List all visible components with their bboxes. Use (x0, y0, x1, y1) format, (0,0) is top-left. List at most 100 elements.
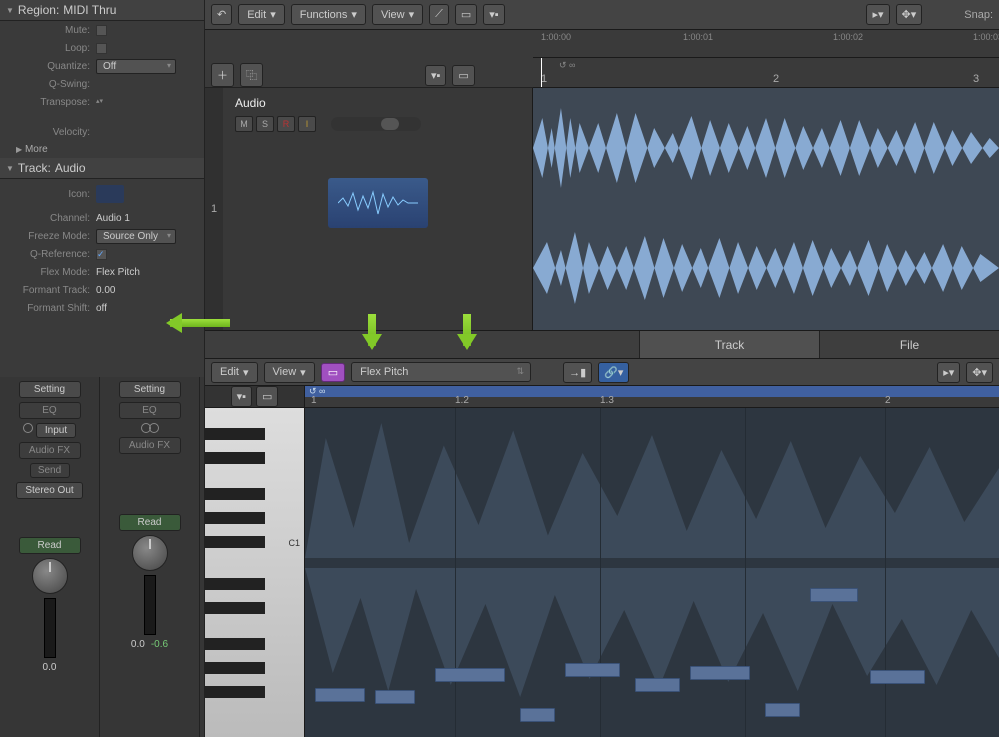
pitch-note[interactable] (870, 670, 925, 684)
eq-button[interactable]: EQ (119, 402, 181, 419)
track-name[interactable]: Audio (235, 96, 520, 110)
flex-pitch-grid[interactable] (305, 408, 999, 737)
strip-value-left: 0.0 (43, 662, 57, 673)
icon-label: Icon: (4, 189, 96, 200)
audiofx-button[interactable]: Audio FX (119, 437, 181, 454)
editor-body: C1 (205, 408, 999, 737)
channel-value: Audio 1 (96, 213, 130, 224)
playhead[interactable] (541, 58, 542, 87)
duplicate-track-button[interactable]: ⿻ (240, 63, 263, 87)
automation-icon[interactable]: ⟋ (429, 4, 449, 25)
track-header[interactable]: ▼ Track: Audio (0, 158, 204, 179)
disclosure-triangle-icon[interactable]: ▼ (6, 164, 14, 173)
flex-icon[interactable]: ▭ (455, 4, 477, 25)
setting-button[interactable]: Setting (19, 381, 81, 398)
track-view-icon[interactable]: ▭ (452, 65, 474, 86)
back-button[interactable]: ↶ (211, 4, 232, 25)
stereoout-button[interactable]: Stereo Out (16, 482, 82, 499)
editor-filter-icon[interactable]: ▾▪ (231, 386, 252, 407)
pitch-note[interactable] (690, 666, 750, 680)
editor-ruler-tick: 1 (311, 395, 317, 406)
qswing-label: Q-Swing: (4, 79, 96, 90)
view-menu[interactable]: View ▾ (372, 4, 423, 25)
disclosure-triangle-icon[interactable]: ▼ (6, 6, 14, 15)
quantize-select[interactable]: Off (96, 59, 176, 74)
track-region-area[interactable] (533, 88, 999, 330)
flexmode-value[interactable]: Flex Pitch (96, 267, 140, 278)
piano-keyboard[interactable]: C1 (205, 408, 305, 737)
region-header-label: Region: (18, 3, 59, 17)
edit-menu[interactable]: Edit ▾ (238, 4, 285, 25)
track-header[interactable]: 1 Audio M S R I (205, 88, 533, 330)
record-button[interactable]: R (277, 116, 295, 132)
transpose-stepper[interactable]: ▴▾ (96, 99, 103, 105)
tab-track[interactable]: Track (639, 331, 819, 358)
piano-key-label: C1 (288, 538, 300, 548)
region-header[interactable]: ▼ Region: MIDI Thru (0, 0, 204, 21)
more-disclosure[interactable]: ▶ More (0, 141, 204, 158)
input-monitor-button[interactable]: I (298, 116, 316, 132)
quantize-label: Quantize: (4, 61, 96, 72)
tool-pointer-icon[interactable]: ▸▾ (866, 4, 889, 25)
track-icon-thumbnail[interactable] (96, 185, 124, 203)
loop-marker-icon[interactable]: ↺ ∞ (559, 60, 575, 71)
flex-toggle-button[interactable]: ▭ (321, 363, 345, 382)
mute-checkbox[interactable] (96, 25, 107, 36)
read-button[interactable]: Read (19, 537, 81, 554)
volume-slider[interactable] (331, 117, 421, 131)
editor-region-icon[interactable]: ▭ (256, 386, 278, 407)
pitch-note[interactable] (810, 588, 858, 602)
pan-knob[interactable] (132, 535, 168, 571)
track-name-label: Audio (55, 161, 86, 175)
add-track-button[interactable]: ＋ (211, 63, 234, 87)
input-button[interactable]: Input (36, 423, 76, 438)
tab-file[interactable]: File (819, 331, 999, 358)
editor-tool-pointer-icon[interactable]: ▸▾ (937, 362, 960, 383)
tracks-toolbar: ↶ Edit ▾ Functions ▾ View ▾ ⟋ ▭ ▾▪ ▸▾ ✥▾… (205, 0, 999, 30)
freeze-label: Freeze Mode: (4, 231, 96, 242)
pitch-note[interactable] (375, 690, 415, 704)
ruler-tick: 1:00:01 (683, 32, 713, 42)
send-button[interactable]: Send (30, 463, 70, 478)
channel-strip-2: Setting EQ Audio FX Read 0.0-0.6 (100, 377, 200, 737)
timeline-ruler-top[interactable]: 1:00:00 1:00:01 1:00:02 1:00:03 (533, 30, 999, 58)
pitch-note[interactable] (435, 668, 505, 682)
track-header-label: Track: (18, 161, 51, 175)
solo-button[interactable]: S (256, 116, 274, 132)
track-filter-icon[interactable]: ▾▪ (425, 65, 446, 86)
loop-checkbox[interactable] (96, 43, 107, 54)
qref-checkbox[interactable] (96, 249, 107, 260)
catch-playhead-icon[interactable]: →▮ (563, 362, 592, 383)
tool-secondary-icon[interactable]: ✥▾ (896, 4, 923, 25)
eq-button[interactable]: EQ (19, 402, 81, 419)
stereo-link-icon[interactable] (141, 423, 159, 433)
waveform-icon (338, 188, 418, 218)
editor-tool-secondary-icon[interactable]: ✥▾ (966, 362, 993, 383)
pan-knob[interactable] (32, 558, 68, 594)
link-icon[interactable]: 🔗▾ (598, 362, 629, 383)
editor-ruler-tick: 2 (885, 395, 891, 406)
editor-ruler[interactable]: ▾▪ ▭ ↺ ∞ 1 1.2 1.3 2 (205, 386, 999, 408)
audiofx-button[interactable]: Audio FX (19, 442, 81, 459)
formant-track-value[interactable]: 0.00 (96, 285, 115, 296)
editor-tabs: Track File (205, 330, 999, 358)
editor-edit-menu[interactable]: Edit ▾ (211, 362, 258, 383)
editor-ruler-tick: 1.3 (600, 395, 614, 406)
pitch-note[interactable] (520, 708, 555, 722)
pitch-note[interactable] (635, 678, 680, 692)
editor-view-menu[interactable]: View ▾ (264, 362, 315, 383)
read-button[interactable]: Read (119, 514, 181, 531)
filter-icon[interactable]: ▾▪ (483, 4, 504, 25)
formant-shift-value[interactable]: off (96, 303, 107, 314)
mute-button[interactable]: M (235, 116, 253, 132)
timeline-ruler-bars[interactable]: 1 2 3 ↺ ∞ (533, 58, 999, 88)
functions-menu[interactable]: Functions ▾ (291, 4, 366, 25)
pitch-note[interactable] (315, 688, 365, 702)
freeze-select[interactable]: Source Only (96, 229, 176, 244)
pitch-note[interactable] (565, 663, 620, 677)
channel-strips: Setting EQ Input Audio FX Send Stereo Ou… (0, 377, 204, 737)
setting-button[interactable]: Setting (119, 381, 181, 398)
pitch-note[interactable] (765, 703, 800, 717)
region-bar[interactable]: ↺ ∞ (305, 386, 999, 397)
flex-mode-select[interactable]: Flex Pitch (351, 362, 531, 382)
